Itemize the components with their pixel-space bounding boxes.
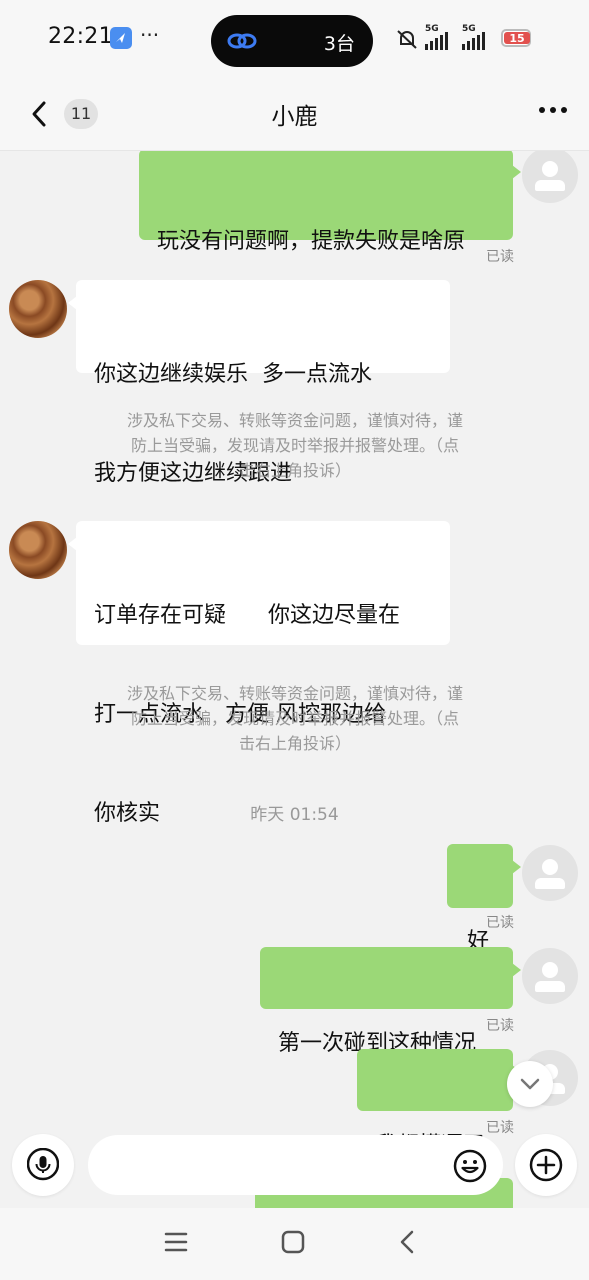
- signal-icon-1: [425, 32, 448, 50]
- my-avatar[interactable]: [522, 845, 578, 901]
- dynamic-island[interactable]: 3台: [211, 15, 373, 67]
- chat-area[interactable]: 玩没有问题啊，提款失败是啥原 因啊 已读 你这边继续娱乐 多一点流水 我方便这边…: [0, 151, 589, 1209]
- safety-notice[interactable]: 涉及私下交易、转账等资金问题，谨慎对待，谨 防上当受骗，发现请及时举报并报警处理…: [95, 408, 495, 483]
- scroll-to-bottom-button[interactable]: [507, 1061, 553, 1107]
- island-label: 3台: [323, 33, 355, 55]
- status-bar: 22:21 ··· 3台 5G 5G 15: [0, 0, 589, 80]
- chevron-down-icon: [520, 1078, 540, 1090]
- contact-avatar[interactable]: [9, 280, 67, 338]
- my-avatar[interactable]: [522, 151, 578, 203]
- emoji-icon[interactable]: [453, 1149, 487, 1183]
- more-notifications-icon: ···: [140, 23, 160, 47]
- battery-icon: 15: [501, 29, 531, 47]
- timestamp: 昨天 01:54: [250, 805, 339, 825]
- sent-message[interactable]: 第一次碰到这种情况: [260, 947, 521, 1056]
- more-actions-button[interactable]: [515, 1134, 577, 1196]
- microphone-icon: [27, 1148, 59, 1181]
- safety-notice[interactable]: 涉及私下交易、转账等资金问题，谨慎对待，谨 防上当受骗，发现请及时举报并报警处理…: [95, 681, 495, 756]
- sent-message[interactable]: 玩没有问题啊，提款失败是啥原 因啊: [139, 151, 521, 353]
- received-message[interactable]: 你这边继续娱乐 多一点流水 我方便这边继续跟进: [68, 280, 450, 486]
- message-line: 订单存在可疑 你这边尽量在: [94, 603, 400, 628]
- status-time: 22:21: [48, 24, 113, 49]
- home-icon[interactable]: [280, 1229, 306, 1255]
- sent-message[interactable]: 好: [447, 844, 521, 954]
- menu-icon[interactable]: [163, 1230, 189, 1254]
- bell-muted-icon: [397, 30, 417, 49]
- read-receipt: 已读: [486, 249, 514, 265]
- message-line: 玩没有问题啊，提款失败是啥原: [157, 229, 466, 254]
- signal-icon-2: [462, 32, 485, 50]
- more-icon[interactable]: [539, 107, 567, 113]
- message-input[interactable]: [88, 1135, 503, 1195]
- read-receipt: 已读: [486, 915, 514, 931]
- contact-avatar[interactable]: [9, 521, 67, 579]
- chat-title: 小鹿: [271, 104, 318, 130]
- read-receipt: 已读: [486, 1018, 514, 1034]
- read-receipt: 已读: [486, 1120, 514, 1136]
- nav-back-icon[interactable]: [396, 1229, 420, 1255]
- sent-message[interactable]: 我都懵逼了: [357, 1049, 521, 1158]
- system-nav-bar: [0, 1208, 589, 1280]
- system-icons: 5G 5G 15: [395, 24, 545, 54]
- navigation-app-icon: [110, 27, 132, 49]
- my-avatar[interactable]: [522, 948, 578, 1004]
- chat-header: 11 小鹿: [0, 80, 589, 151]
- message-line: 你这边继续娱乐 多一点流水: [94, 362, 372, 387]
- voice-button[interactable]: [12, 1134, 74, 1196]
- link-icon: [227, 33, 257, 49]
- battery-level: 15: [504, 32, 530, 45]
- plus-icon: [529, 1148, 563, 1182]
- received-message[interactable]: 订单存在可疑 你这边尽量在 打一点流水 方便 风控那边给 你核实: [68, 521, 450, 826]
